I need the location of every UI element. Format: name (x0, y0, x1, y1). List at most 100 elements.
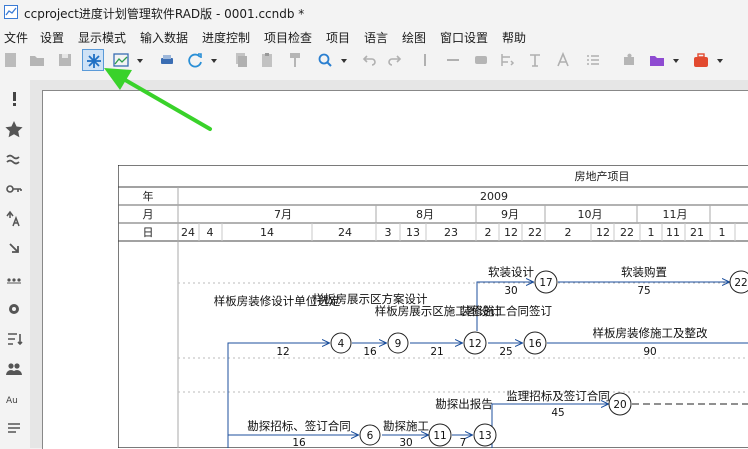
key-icon[interactable] (4, 180, 24, 198)
gear-icon[interactable] (4, 300, 24, 318)
wave-icon[interactable] (4, 150, 24, 168)
event-node[interactable]: 17 (534, 270, 558, 294)
dropdown-arrow-icon[interactable] (134, 49, 146, 71)
activity-duration: 30 (504, 285, 517, 297)
window-title: ccproject进度计划管理软件RAD版 - 0001.ccndb * (24, 7, 305, 21)
undo-icon[interactable] (358, 49, 380, 71)
node-number: 11 (433, 430, 446, 442)
font-icon[interactable] (552, 49, 574, 71)
menu-schedule-control[interactable]: 进度控制 (202, 29, 250, 46)
list-lines-icon[interactable] (4, 420, 24, 438)
node-number: 13 (478, 430, 491, 442)
save-icon[interactable] (54, 49, 76, 71)
text-icon[interactable] (524, 49, 546, 71)
dash-icon[interactable] (442, 49, 464, 71)
year-row-label: 年 (143, 189, 154, 203)
star-icon[interactable] (4, 120, 24, 138)
list-icon[interactable] (582, 49, 604, 71)
rectangle-icon[interactable] (470, 49, 492, 71)
menu-input-data[interactable]: 输入数据 (140, 29, 188, 46)
menu-help[interactable]: 帮助 (502, 29, 526, 46)
day-label: 2 (565, 226, 572, 239)
day-label: 1 (648, 226, 655, 239)
copy-icon[interactable] (230, 49, 252, 71)
node-number: 4 (338, 338, 345, 350)
dropdown-arrow-icon[interactable] (208, 49, 220, 71)
activity-name: 勘探出报告 (435, 397, 493, 411)
star-snap-icon[interactable] (82, 49, 104, 71)
font-size-icon[interactable] (4, 210, 24, 228)
menu-drawing[interactable]: 绘图 (402, 29, 426, 46)
search-icon[interactable] (314, 49, 336, 71)
activity-duration: 21 (430, 346, 443, 358)
day-label: 24 (181, 226, 195, 239)
activity-duration: 75 (637, 285, 650, 297)
event-node[interactable]: 6 (359, 424, 381, 446)
activity-name: 监理招标及签订合同 (506, 389, 610, 403)
day-label: 1 (719, 226, 726, 239)
event-node[interactable]: 9 (387, 332, 409, 354)
event-node[interactable]: 20 (608, 392, 632, 416)
open-folder-icon[interactable] (26, 49, 48, 71)
menu-language[interactable]: 语言 (364, 29, 388, 46)
print-icon[interactable] (156, 49, 178, 71)
network-schedule[interactable]: 房地产项目 年 月 日 2009 7月 8月 9月 10月 11月 24 4 14 24 3 13… (118, 165, 748, 448)
month-label: 8月 (416, 208, 434, 221)
menu-project[interactable]: 项目 (326, 29, 350, 46)
dots-icon[interactable] (4, 270, 24, 288)
toolbar (0, 46, 748, 74)
event-node[interactable]: 11 (428, 423, 452, 447)
day-label: 12 (596, 226, 610, 239)
menu-project-check[interactable]: 项目检查 (264, 29, 312, 46)
app-icon (4, 5, 18, 19)
paste-icon[interactable] (256, 49, 278, 71)
node-number: 9 (395, 338, 402, 350)
dropdown-arrow-icon[interactable] (670, 49, 682, 71)
event-node[interactable]: 12 (463, 331, 487, 355)
new-doc-icon[interactable] (0, 49, 22, 71)
day-label: 11 (666, 226, 680, 239)
event-node[interactable]: 4 (330, 332, 352, 354)
day-label: 21 (690, 226, 704, 239)
align-icon[interactable] (496, 49, 518, 71)
dropdown-arrow-icon[interactable] (714, 49, 726, 71)
node-number: 17 (539, 277, 552, 289)
arrow-icon[interactable] (4, 240, 24, 258)
menu-window-settings[interactable]: 窗口设置 (440, 29, 488, 46)
folder-color-icon[interactable] (646, 49, 668, 71)
sort-icon[interactable] (4, 330, 24, 348)
month-label: 11月 (663, 208, 688, 221)
dropdown-arrow-icon[interactable] (338, 49, 350, 71)
format-painter-icon[interactable] (284, 49, 306, 71)
day-label: 3 (385, 226, 392, 239)
activity-duration: 7 (460, 437, 467, 448)
menu-file[interactable]: 文件 (4, 29, 28, 46)
suitcase-icon[interactable] (690, 49, 712, 71)
month-label: 7月 (274, 208, 292, 221)
refresh-icon[interactable] (184, 49, 206, 71)
menu-display-mode[interactable]: 显示模式 (78, 29, 126, 46)
au-icon[interactable]: Au (4, 390, 24, 408)
puzzle-icon[interactable] (618, 49, 640, 71)
day-label: 22 (528, 226, 542, 239)
activity-duration: 25 (499, 346, 512, 358)
day-label: 13 (406, 226, 420, 239)
event-node[interactable]: 22 (729, 270, 748, 294)
users-icon[interactable] (4, 360, 24, 378)
node-number: 6 (367, 430, 374, 442)
line-icon[interactable] (414, 49, 436, 71)
event-node[interactable]: 13 (473, 423, 497, 447)
menu-settings[interactable]: 设置 (40, 29, 64, 46)
activity-name: 软装设计 (488, 265, 534, 279)
month-label: 9月 (501, 208, 519, 221)
activity-duration: 45 (551, 407, 564, 419)
activity-duration: 30 (399, 437, 412, 448)
node-number: 22 (734, 277, 747, 289)
au-label: Au (6, 396, 18, 406)
event-node[interactable]: 16 (523, 331, 547, 355)
activity-duration: 16 (363, 346, 377, 358)
exclamation-icon[interactable] (4, 90, 24, 108)
project-title: 房地产项目 (575, 169, 630, 183)
redo-icon[interactable] (384, 49, 406, 71)
image-icon[interactable] (110, 49, 132, 71)
